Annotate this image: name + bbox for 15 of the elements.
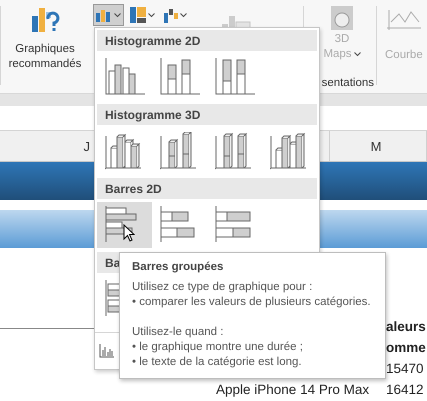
table-cell: 15470: [386, 361, 424, 376]
table-cell: 16412: [386, 382, 424, 397]
tooltip-text: • le texte de la catégorie est long.: [132, 355, 302, 370]
section-title: Histogramme 3D: [97, 104, 317, 125]
table-cell: Apple iPhone 14 Pro Max: [216, 382, 370, 397]
tooltip-text: • le graphique montre une durée ;: [132, 340, 303, 355]
section-title: Histogramme 2D: [97, 30, 317, 51]
tooltip-text: • comparer les valeurs de plusieurs catégories.: [132, 295, 371, 310]
table-cell: omme: [386, 340, 426, 355]
group-label: sentations: [322, 77, 374, 89]
tooltip-title: Barres groupées: [132, 260, 224, 275]
section-title: Barres 2D: [97, 178, 317, 199]
tooltip-text: Utilisez-le quand :: [132, 325, 224, 340]
tooltip-text: Utilisez ce type de graphique pour :: [132, 280, 312, 295]
table-cell: aleurs: [386, 319, 426, 334]
